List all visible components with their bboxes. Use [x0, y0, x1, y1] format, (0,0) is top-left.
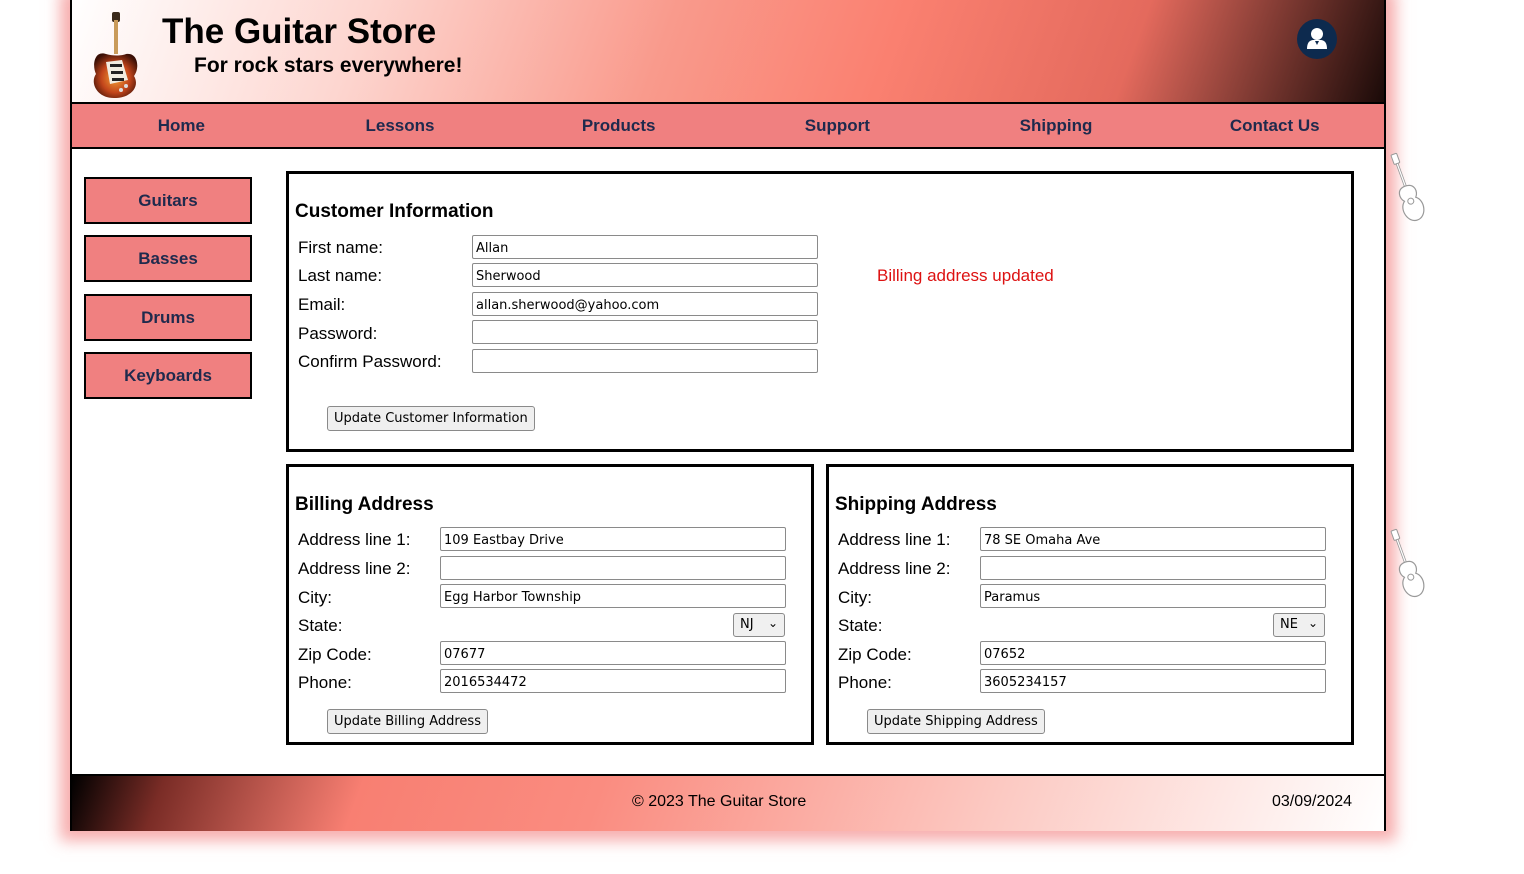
page-container: The Guitar Store For rock stars everywhe… [70, 0, 1386, 831]
shipping-phone-label: Phone: [838, 673, 892, 692]
billing-zip-input[interactable] [440, 641, 786, 665]
billing-address-panel: Billing Address Address line 1: Address … [286, 464, 814, 745]
store-title: The Guitar Store [162, 12, 437, 51]
confirm-password-input[interactable] [472, 349, 818, 373]
acoustic-guitar-icon [1390, 528, 1425, 598]
billing-state-label: State: [298, 616, 343, 635]
shipping-phone-input[interactable] [980, 669, 1326, 693]
main-nav: Home Lessons Products Support Shipping C… [72, 104, 1384, 149]
billing-title: Billing Address [295, 494, 434, 515]
copyright-text: © 2023 The Guitar Store [632, 793, 807, 810]
shipping-line1-label: Address line 1: [838, 530, 951, 549]
chevron-down-icon: ⌄ [767, 616, 778, 630]
billing-state-select[interactable]: NJ ⌄ [733, 613, 785, 637]
billing-line2-label: Address line 2: [298, 559, 411, 578]
shipping-zip-label: Zip Code: [838, 645, 912, 664]
shipping-state-value: NE [1280, 617, 1298, 632]
first-name-input[interactable] [472, 235, 818, 259]
sidebar-item-keyboards[interactable]: Keyboards [84, 352, 252, 399]
nav-contact-us[interactable]: Contact Us [1165, 104, 1384, 147]
shipping-zip-input[interactable] [980, 641, 1326, 665]
last-name-input[interactable] [472, 263, 818, 287]
password-input[interactable] [472, 320, 818, 344]
confirm-password-label: Confirm Password: [298, 352, 442, 371]
billing-line1-label: Address line 1: [298, 530, 411, 549]
billing-zip-label: Zip Code: [298, 645, 372, 664]
billing-line1-input[interactable] [440, 527, 786, 551]
nav-lessons[interactable]: Lessons [291, 104, 510, 147]
email-label: Email: [298, 295, 346, 314]
billing-phone-input[interactable] [440, 669, 786, 693]
site-header: The Guitar Store For rock stars everywhe… [72, 0, 1384, 104]
nav-products[interactable]: Products [509, 104, 728, 147]
nav-support[interactable]: Support [728, 104, 947, 147]
customer-info-title: Customer Information [295, 201, 494, 222]
billing-city-label: City: [298, 588, 332, 607]
shipping-address-panel: Shipping Address Address line 1: Address… [826, 464, 1354, 745]
update-billing-address-button[interactable]: Update Billing Address [327, 709, 488, 734]
last-name-label: Last name: [298, 266, 383, 285]
store-subtitle: For rock stars everywhere! [194, 54, 463, 77]
shipping-line2-input[interactable] [980, 556, 1326, 580]
shipping-line1-input[interactable] [980, 527, 1326, 551]
shipping-city-label: City: [838, 588, 872, 607]
sidebar-item-basses[interactable]: Basses [84, 235, 252, 282]
first-name-label: First name: [298, 238, 384, 257]
update-shipping-address-button[interactable]: Update Shipping Address [867, 709, 1045, 734]
electric-guitar-logo [93, 12, 138, 98]
sidebar-item-guitars[interactable]: Guitars [84, 177, 252, 224]
user-icon [1307, 28, 1327, 49]
status-message: Billing address updated [877, 266, 1054, 285]
billing-state-value: NJ [740, 617, 754, 632]
billing-city-input[interactable] [440, 584, 786, 608]
update-customer-info-button[interactable]: Update Customer Information [327, 406, 535, 431]
customer-info-panel: Customer Information First name: Last na… [286, 171, 1354, 452]
billing-phone-label: Phone: [298, 673, 352, 692]
sidebar-item-drums[interactable]: Drums [84, 294, 252, 341]
acoustic-guitar-icon [1390, 152, 1425, 222]
shipping-line2-label: Address line 2: [838, 559, 951, 578]
nav-home[interactable]: Home [72, 104, 291, 147]
user-account-button[interactable] [1297, 19, 1337, 59]
shipping-city-input[interactable] [980, 584, 1326, 608]
footer-date: 03/09/2024 [1272, 793, 1353, 810]
password-label: Password: [298, 324, 378, 343]
nav-shipping[interactable]: Shipping [947, 104, 1166, 147]
email-input[interactable] [472, 292, 818, 316]
shipping-state-label: State: [838, 616, 883, 635]
shipping-state-select[interactable]: NE ⌄ [1273, 613, 1325, 637]
site-footer: © 2023 The Guitar Store 03/09/2024 [72, 774, 1384, 831]
chevron-down-icon: ⌄ [1307, 616, 1318, 630]
shipping-title: Shipping Address [835, 494, 997, 515]
billing-line2-input[interactable] [440, 556, 786, 580]
